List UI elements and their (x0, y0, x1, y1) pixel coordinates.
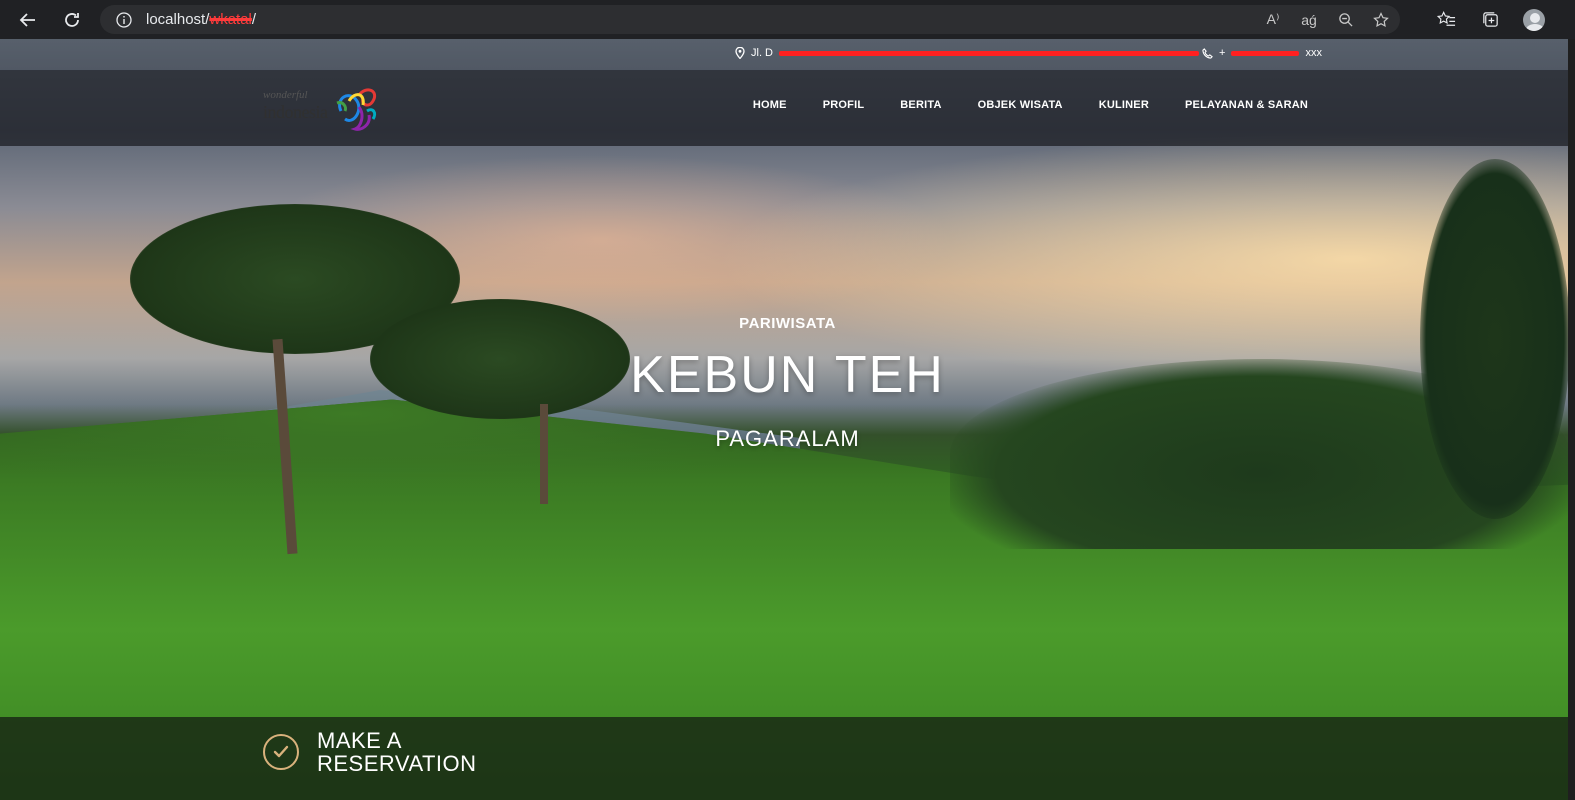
back-button[interactable] (13, 5, 43, 35)
nav-profil[interactable]: PROFIL (823, 99, 865, 111)
nav-pelayanan-saran[interactable]: PELAYANAN & SARAN (1185, 99, 1308, 111)
address-bar[interactable]: localhost/wkatal/ A⁾ aǵ (100, 5, 1400, 34)
address-redaction (779, 50, 1199, 56)
nav-objek-wisata[interactable]: OBJEK WISATA (978, 99, 1063, 111)
url-text[interactable]: localhost/wkatal/ (146, 11, 256, 28)
nav-home[interactable]: HOME (753, 99, 787, 111)
hero-title: KEBUN TEH (630, 346, 945, 404)
info-icon[interactable] (116, 11, 132, 28)
main-menu: HOME PROFIL BERITA OBJEK WISATA KULINER … (753, 99, 1308, 111)
logo-emblem-icon (336, 88, 377, 131)
nav-berita[interactable]: BERITA (900, 99, 941, 111)
browser-toolbar: localhost/wkatal/ A⁾ aǵ (0, 0, 1575, 39)
favorite-add-icon[interactable] (1372, 11, 1390, 29)
address-prefix: Jl. D (751, 47, 773, 59)
phone-icon (1202, 47, 1213, 59)
url-host: localhost/ (146, 11, 210, 28)
reservation-bar: MAKE A RESERVATION (0, 717, 1568, 800)
hero-eyebrow: PARIWISATA (739, 315, 836, 332)
read-aloud-icon[interactable]: A⁾ (1264, 11, 1282, 29)
page-content: Jl. D + xxx wonderful indonesia HOME PRO… (0, 39, 1568, 800)
favorites-icon[interactable] (1435, 9, 1457, 31)
nav-kuliner[interactable]: KULINER (1099, 99, 1149, 111)
phone-prefix: + (1219, 47, 1226, 59)
profile-avatar[interactable] (1523, 8, 1545, 31)
back-arrow-icon (19, 12, 35, 27)
wonderful-indonesia-logo[interactable]: wonderful indonesia (263, 81, 383, 135)
main-navbar: wonderful indonesia HOME PROFIL BERITA O… (0, 70, 1568, 146)
browser-actions (1435, 5, 1545, 34)
logo-main-text: indonesia (263, 102, 328, 122)
hero-subtitle: PAGARALAM (715, 426, 860, 451)
contact-topbar: Jl. D + xxx (0, 39, 1568, 70)
logo-small-text: wonderful (263, 89, 308, 101)
address-info: Jl. D (735, 47, 1199, 59)
translate-icon[interactable]: aǵ (1300, 11, 1318, 29)
reload-icon (65, 12, 79, 27)
location-pin-icon (735, 47, 745, 59)
make-reservation-button[interactable]: MAKE A RESERVATION (263, 729, 537, 775)
reservation-label: MAKE A RESERVATION (317, 728, 477, 776)
url-tail: / (251, 11, 257, 28)
url-redacted: wkatal (209, 11, 252, 28)
collections-icon[interactable] (1479, 9, 1501, 31)
phone-redaction (1231, 50, 1300, 56)
background-tree-trunk (540, 404, 548, 504)
check-circle-icon (263, 734, 299, 770)
phone-tail: xxx (1305, 47, 1322, 59)
address-actions: A⁾ aǵ (1264, 5, 1390, 34)
reload-button[interactable] (57, 5, 87, 35)
background-tree (1420, 159, 1568, 519)
zoom-out-icon[interactable] (1336, 11, 1354, 29)
phone-info: + xxx (1202, 47, 1322, 59)
